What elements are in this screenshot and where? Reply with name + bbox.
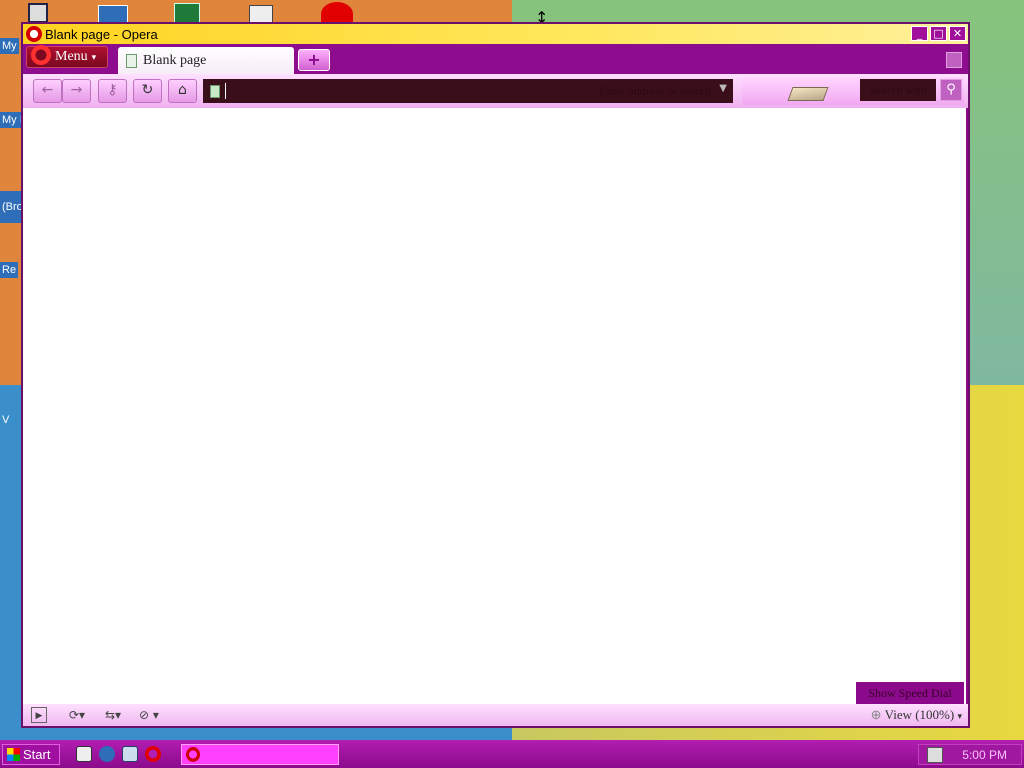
zoom-control[interactable]: ⊕ View (100%) ▾ bbox=[871, 707, 962, 723]
menu-label: Menu bbox=[55, 49, 88, 64]
search-button[interactable]: ⚲ bbox=[940, 79, 962, 101]
opera-logo-icon bbox=[31, 45, 51, 65]
quicklaunch-mail-icon[interactable] bbox=[122, 746, 138, 762]
zoom-label: View (100%) bbox=[884, 707, 955, 722]
window-title: Blank page - Opera bbox=[45, 26, 158, 42]
quicklaunch-desktop-icon[interactable] bbox=[76, 746, 92, 762]
address-placeholder: Enter address or search bbox=[599, 84, 711, 98]
trash-icon[interactable] bbox=[946, 52, 962, 68]
tab-label: Blank page bbox=[143, 52, 207, 68]
chevron-down-icon: ▾ bbox=[957, 711, 962, 721]
clock[interactable]: 5:00 PM bbox=[962, 748, 1007, 762]
maximize-button[interactable]: □ bbox=[930, 26, 947, 41]
forward-icon: → bbox=[70, 82, 83, 98]
search-input[interactable]: Search with bbox=[860, 79, 936, 101]
desktop-label-recycle[interactable]: Re bbox=[0, 262, 19, 278]
panel-toggle-icon[interactable]: ▶ bbox=[31, 707, 47, 723]
title-bar[interactable]: Blank page - Opera _ □ ✕ bbox=[23, 24, 968, 44]
page-icon bbox=[126, 53, 137, 68]
wand-button[interactable]: ⚷ bbox=[98, 79, 127, 103]
page-content[interactable]: Show Speed Dial bbox=[23, 108, 966, 704]
network-icon[interactable]: ⇆▾ bbox=[105, 707, 121, 723]
minimize-button[interactable]: _ bbox=[911, 26, 928, 41]
network-tray-icon[interactable] bbox=[927, 747, 943, 763]
back-icon: ← bbox=[41, 82, 54, 98]
chevron-down-icon: ▾ bbox=[91, 51, 97, 62]
new-tab-button[interactable]: + bbox=[298, 49, 330, 71]
navigation-toolbar: ← → ⚷ ↻ ⌂ Enter address or search ▼ Sear… bbox=[23, 74, 968, 108]
desktop-excel-icon[interactable] bbox=[174, 3, 200, 23]
reload-icon: ↻ bbox=[141, 82, 154, 98]
desktop-label-v[interactable]: V bbox=[0, 412, 11, 428]
home-icon: ⌂ bbox=[178, 82, 187, 98]
desktop-computer-icon[interactable] bbox=[28, 3, 48, 23]
text-cursor bbox=[225, 83, 226, 99]
home-button[interactable]: ⌂ bbox=[168, 79, 197, 103]
opera-window: Blank page - Opera _ □ ✕ Menu ▾ Blank pa… bbox=[21, 22, 970, 728]
system-tray: 5:00 PM bbox=[918, 744, 1022, 765]
opera-logo-icon bbox=[186, 747, 200, 762]
tab-bar: Menu ▾ Blank page + bbox=[23, 44, 968, 74]
forward-button[interactable]: → bbox=[62, 79, 91, 103]
sync-icon[interactable]: ⟳▾ bbox=[69, 707, 85, 723]
start-button[interactable]: Start bbox=[2, 744, 60, 765]
opera-menu-button[interactable]: Menu ▾ bbox=[26, 45, 108, 68]
chevron-down-icon[interactable]: ▼ bbox=[719, 83, 727, 94]
zoom-icon: ⊕ bbox=[870, 707, 882, 722]
key-icon: ⚷ bbox=[107, 82, 118, 98]
taskbar: Start 5:00 PM bbox=[0, 740, 1024, 768]
start-label: Start bbox=[23, 747, 51, 762]
show-speed-dial-button[interactable]: Show Speed Dial bbox=[856, 682, 964, 704]
status-bar: ▶ ⟳▾ ⇆▾ ⊘ ▾ ⊕ View (100%) ▾ bbox=[23, 704, 968, 726]
address-field[interactable]: Enter address or search ▼ bbox=[203, 79, 733, 103]
close-button[interactable]: ✕ bbox=[949, 26, 966, 41]
back-button[interactable]: ← bbox=[33, 79, 62, 103]
quicklaunch-opera-icon[interactable] bbox=[145, 746, 161, 762]
desktop-label-mycomputer[interactable]: My bbox=[0, 38, 19, 54]
clipboard-icon bbox=[787, 87, 829, 101]
blocked-icon[interactable]: ⊘ ▾ bbox=[139, 707, 159, 723]
search-area: Search with ⚲ bbox=[742, 77, 964, 105]
quicklaunch-ie-icon[interactable] bbox=[99, 746, 115, 762]
page-icon bbox=[210, 84, 220, 98]
taskbar-opera-window[interactable] bbox=[181, 744, 339, 765]
magnifier-icon: ⚲ bbox=[946, 82, 956, 97]
tab-blank-page[interactable]: Blank page bbox=[118, 47, 294, 74]
opera-logo-icon bbox=[26, 26, 42, 42]
window-controls: _ □ ✕ bbox=[911, 26, 966, 41]
search-placeholder: Search with bbox=[870, 83, 927, 97]
windows-logo-icon bbox=[7, 748, 20, 761]
reload-button[interactable]: ↻ bbox=[133, 79, 162, 103]
